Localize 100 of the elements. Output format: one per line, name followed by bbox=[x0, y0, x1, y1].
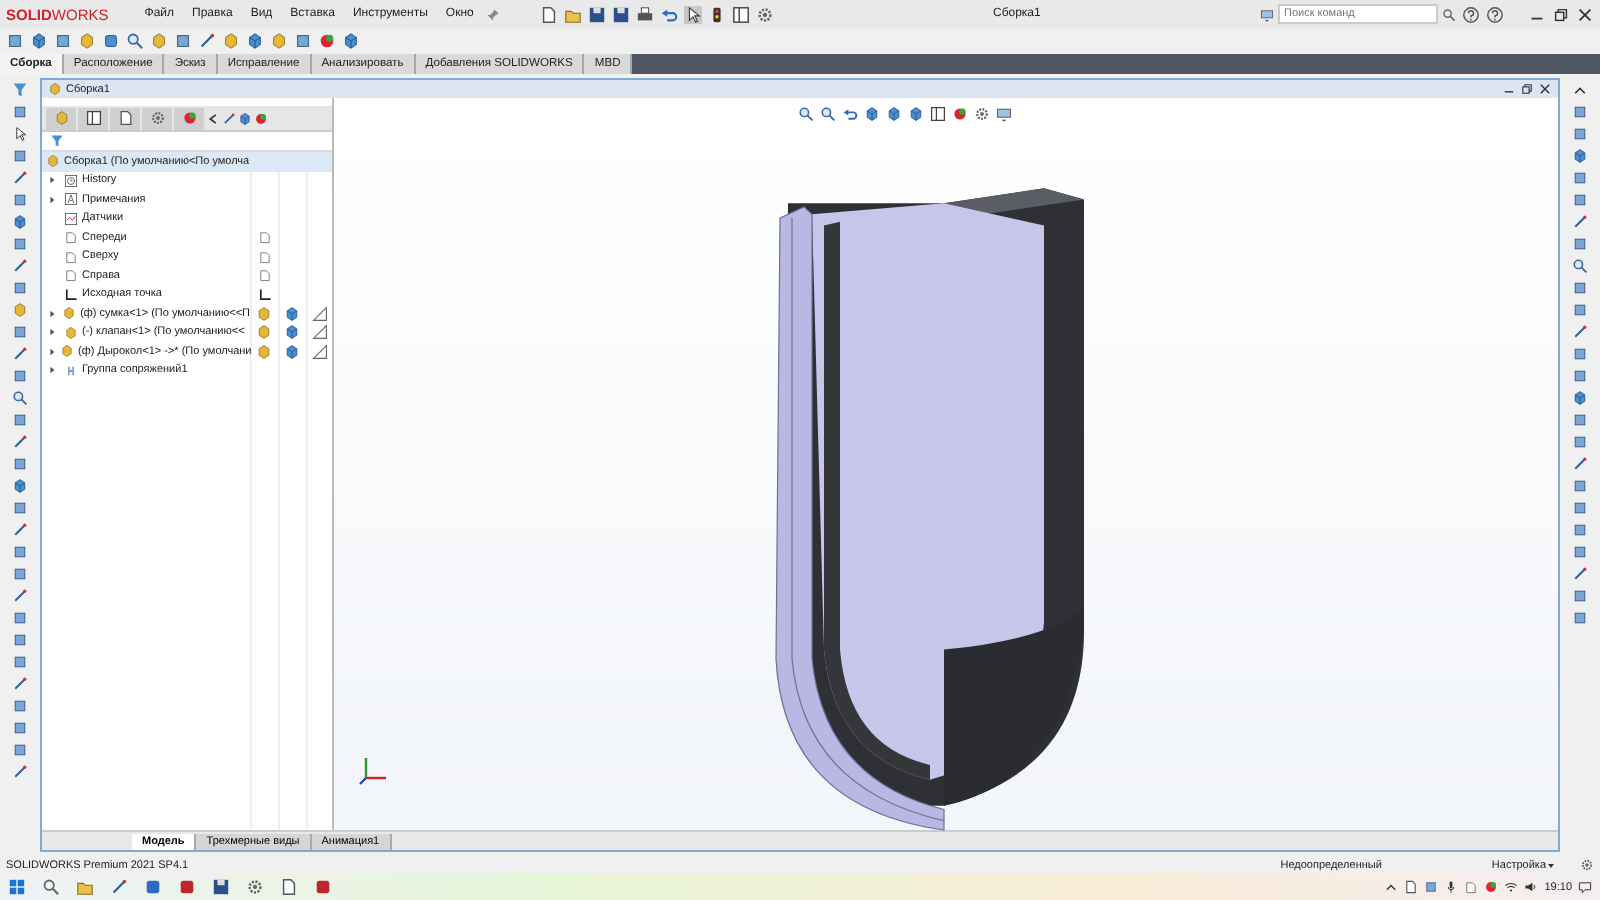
print-icon[interactable] bbox=[635, 5, 654, 23]
line-icon[interactable] bbox=[198, 32, 216, 50]
mates-icon bbox=[64, 363, 78, 378]
part-icon[interactable] bbox=[78, 32, 96, 50]
new-document-icon[interactable] bbox=[539, 5, 558, 23]
app-icon[interactable] bbox=[314, 878, 332, 896]
toolbar-icon[interactable] bbox=[12, 324, 28, 340]
sphere-icon[interactable] bbox=[318, 32, 336, 50]
line-icon[interactable] bbox=[12, 764, 28, 780]
cube-icon[interactable] bbox=[246, 32, 264, 50]
cube-icon[interactable] bbox=[238, 111, 252, 125]
notification-icon[interactable] bbox=[1578, 880, 1592, 894]
filter-icon[interactable] bbox=[12, 82, 28, 98]
open-folder-icon[interactable] bbox=[563, 5, 582, 23]
part-icon[interactable] bbox=[12, 302, 28, 318]
chevron-up-icon[interactable] bbox=[1384, 880, 1399, 894]
expand-arrow-icon[interactable] bbox=[48, 195, 56, 204]
speaker-icon[interactable] bbox=[1524, 880, 1539, 894]
line-icon[interactable] bbox=[12, 258, 28, 274]
save-icon[interactable] bbox=[212, 878, 230, 896]
line-icon[interactable] bbox=[1572, 456, 1588, 472]
select-cursor-icon[interactable] bbox=[683, 5, 702, 23]
cube-icon[interactable] bbox=[12, 214, 28, 230]
help-icon[interactable] bbox=[1486, 5, 1504, 23]
collapse-icon[interactable] bbox=[1572, 82, 1588, 98]
toolbar-icon[interactable] bbox=[294, 32, 312, 50]
dropdown-icon[interactable] bbox=[1546, 860, 1556, 870]
toolbar-icon[interactable] bbox=[6, 32, 24, 50]
line-icon[interactable] bbox=[12, 522, 28, 538]
line-icon[interactable] bbox=[1572, 324, 1588, 340]
toolbar-icon[interactable] bbox=[54, 32, 72, 50]
expand-arrow-icon[interactable] bbox=[48, 309, 56, 318]
folder-icon[interactable] bbox=[76, 878, 94, 896]
toolbar-icon[interactable] bbox=[12, 280, 28, 296]
part-icon[interactable] bbox=[270, 32, 288, 50]
line-icon[interactable] bbox=[12, 588, 28, 604]
axis-triad-drawing bbox=[358, 754, 390, 786]
expand-arrow-icon[interactable] bbox=[48, 328, 56, 337]
toolbar-icon[interactable] bbox=[12, 236, 28, 252]
document-icon[interactable] bbox=[1404, 880, 1419, 894]
search-icon[interactable] bbox=[42, 878, 60, 896]
document-icon[interactable] bbox=[1464, 880, 1479, 894]
toolbar-icon[interactable] bbox=[12, 456, 28, 472]
block-icon[interactable] bbox=[102, 32, 120, 50]
origin-icon bbox=[64, 287, 78, 302]
close-icon[interactable] bbox=[1576, 5, 1594, 23]
undo-icon[interactable] bbox=[659, 5, 678, 23]
restore-icon[interactable] bbox=[1520, 82, 1534, 96]
line-icon[interactable] bbox=[12, 434, 28, 450]
search-icon[interactable] bbox=[1442, 7, 1456, 21]
toolbar-icon[interactable] bbox=[12, 192, 28, 208]
start-icon[interactable] bbox=[8, 878, 26, 896]
toolbar-icon[interactable] bbox=[12, 368, 28, 384]
pin-icon[interactable] bbox=[485, 7, 500, 21]
panes-icon[interactable] bbox=[731, 5, 750, 23]
save-icon[interactable] bbox=[611, 5, 630, 23]
select-cursor-icon[interactable] bbox=[12, 126, 28, 142]
toolbar-icon[interactable] bbox=[12, 500, 28, 516]
expand-arrow-icon[interactable] bbox=[48, 347, 56, 356]
cube-icon[interactable] bbox=[1572, 390, 1588, 406]
zoom-icon[interactable] bbox=[798, 106, 814, 122]
gear-icon[interactable] bbox=[1580, 858, 1594, 872]
toolbar-icon[interactable] bbox=[1572, 236, 1588, 252]
magnifier-icon[interactable] bbox=[12, 390, 28, 406]
cube-icon[interactable] bbox=[12, 478, 28, 494]
toolbar-icon[interactable] bbox=[12, 412, 28, 428]
line-icon[interactable] bbox=[1572, 214, 1588, 230]
cube-icon[interactable] bbox=[342, 32, 360, 50]
close-icon[interactable] bbox=[1538, 82, 1552, 96]
gear-icon[interactable] bbox=[246, 878, 264, 896]
assembly-icon bbox=[46, 154, 60, 169]
line-icon[interactable] bbox=[1572, 566, 1588, 582]
magnifier-icon[interactable] bbox=[126, 32, 144, 50]
line-icon[interactable] bbox=[222, 111, 236, 125]
line-icon[interactable] bbox=[12, 346, 28, 362]
expand-arrow-icon[interactable] bbox=[48, 366, 56, 375]
cube-icon[interactable] bbox=[1572, 148, 1588, 164]
gear-icon[interactable] bbox=[755, 5, 774, 23]
part-icon[interactable] bbox=[222, 32, 240, 50]
microphone-icon[interactable] bbox=[1444, 880, 1459, 894]
part-icon[interactable] bbox=[150, 32, 168, 50]
monitor-icon bbox=[1260, 7, 1274, 21]
pen-icon[interactable] bbox=[110, 878, 128, 896]
toolbar-icon[interactable] bbox=[12, 104, 28, 120]
cube-icon[interactable] bbox=[30, 32, 48, 50]
zoom-area-icon[interactable] bbox=[820, 106, 836, 122]
traffic-light-icon[interactable] bbox=[707, 5, 726, 23]
toolbar-icon[interactable] bbox=[12, 148, 28, 164]
wifi-icon[interactable] bbox=[1504, 880, 1519, 894]
magnifier-icon[interactable] bbox=[1572, 258, 1588, 274]
monitor-icon[interactable] bbox=[996, 106, 1012, 122]
toolbar-icon[interactable] bbox=[174, 32, 192, 50]
history-icon bbox=[64, 173, 78, 188]
sphere-icon[interactable] bbox=[1484, 880, 1499, 894]
restore-icon[interactable] bbox=[1552, 5, 1570, 23]
save-icon[interactable] bbox=[587, 5, 606, 23]
line-icon[interactable] bbox=[12, 676, 28, 692]
document-icon[interactable] bbox=[280, 878, 298, 896]
expand-arrow-icon[interactable] bbox=[48, 176, 56, 185]
line-icon[interactable] bbox=[12, 170, 28, 186]
